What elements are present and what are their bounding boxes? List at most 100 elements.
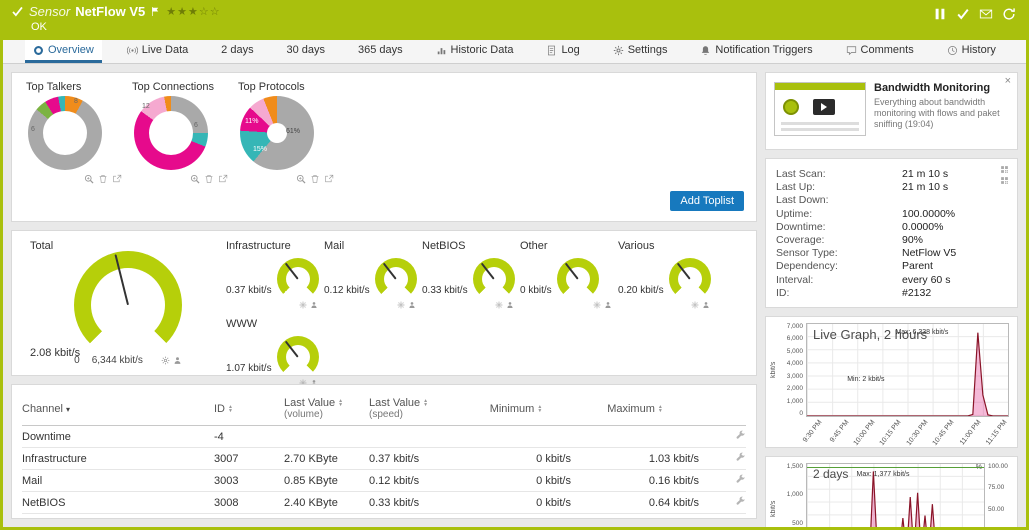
tab-log[interactable]: Log: [538, 40, 587, 63]
table-row-infrastructure[interactable]: Infrastructure 3007 2.70 KByte 0.37 kbit…: [22, 448, 746, 470]
col-maximum[interactable]: Maximum▲▼: [571, 403, 699, 415]
toplist-top-connections: Top Connections 12 6: [132, 81, 228, 213]
user-icon[interactable]: [604, 301, 612, 309]
tab-30-days[interactable]: 30 days: [279, 40, 334, 63]
col-minimum[interactable]: Minimum▲▼: [461, 403, 571, 415]
top-talkers-donut-chart[interactable]: 6 8: [28, 96, 102, 170]
tab-history[interactable]: History: [939, 40, 1004, 63]
col-last-value-volume[interactable]: Last Value▲▼(volume): [284, 397, 369, 421]
donut-label: 6: [31, 126, 35, 133]
tab-historic-data[interactable]: Historic Data: [428, 40, 522, 63]
total-gauge[interactable]: [74, 251, 182, 359]
channel-gauge[interactable]: [473, 258, 515, 300]
table-row-mail[interactable]: Mail 3003 0.85 KByte 0.12 kbit/s 0 kbit/…: [22, 470, 746, 492]
total-gauge-label: Total: [30, 240, 53, 252]
table-row-other[interactable]: Other 3005 0 KByte 0 kbit/s 0 kbit/s 0 k…: [22, 514, 746, 519]
two-days-graph-plot[interactable]: 2 days Max: 1,377 kbit/s %: [806, 463, 985, 527]
priority-stars[interactable]: ★★★☆☆: [166, 5, 220, 18]
delete-icon[interactable]: [98, 174, 108, 184]
channel-gauge[interactable]: [277, 258, 319, 300]
delete-icon[interactable]: [310, 174, 320, 184]
wrench-icon[interactable]: [735, 474, 746, 485]
close-icon[interactable]: ×: [1005, 75, 1011, 87]
gear-icon[interactable]: [397, 301, 405, 309]
donut-label: 61%: [286, 128, 300, 135]
wrench-icon[interactable]: [735, 518, 746, 520]
channel-gauge[interactable]: [557, 258, 599, 300]
gauge-other: Other 0 kbit/s: [520, 231, 618, 309]
top-protocols-donut-chart[interactable]: 61% 15% 11%: [240, 96, 314, 170]
refresh-icon[interactable]: [1002, 7, 1016, 21]
gear-icon[interactable]: [691, 301, 699, 309]
qr-code-icon[interactable]: [1000, 176, 1009, 185]
toplists-panel: Top Talkers 6 8 Top Connections 12: [11, 72, 757, 222]
open-toplist-icon[interactable]: [218, 174, 228, 184]
two-days-graph-panel[interactable]: kbit/s 1,5001,000 5000 2 days Max: 1,377…: [765, 456, 1018, 527]
pause-icon[interactable]: [933, 7, 947, 21]
channel-gauge[interactable]: [669, 258, 711, 300]
paessler-logo: [783, 99, 799, 115]
min-annotation: Min: 2 kbit/s: [847, 376, 884, 383]
live-graph-plot[interactable]: Live Graph, 2 hours Max: 6,338 kbit/s Mi…: [806, 323, 1009, 417]
detail-row: ID:#2132: [776, 287, 1007, 300]
wrench-icon[interactable]: [735, 430, 746, 441]
tab-2-days[interactable]: 2 days: [213, 40, 261, 63]
video-info: Bandwidth Monitoring Everything about ba…: [874, 82, 1009, 140]
user-icon[interactable]: [173, 356, 182, 365]
tab-settings[interactable]: Settings: [605, 40, 676, 63]
y-axis-label: kbit/s: [770, 323, 780, 417]
toplist-top-protocols: Top Protocols 61% 15% 11%: [238, 81, 334, 213]
detail-row: Last Up:21 m 10 s: [776, 181, 1007, 194]
zoom-icon[interactable]: [296, 174, 306, 184]
sensor-title[interactable]: NetFlow V5: [75, 4, 145, 19]
col-id[interactable]: ID▲▼: [214, 403, 284, 415]
channel-gauge[interactable]: [375, 258, 417, 300]
video-title[interactable]: Bandwidth Monitoring: [874, 82, 1009, 94]
play-button[interactable]: [813, 99, 835, 115]
add-toplist-button[interactable]: Add Toplist: [670, 191, 744, 211]
wrench-icon[interactable]: [735, 496, 746, 507]
tab-overview[interactable]: Overview: [25, 40, 102, 63]
col-last-value-speed[interactable]: Last Value▲▼(speed): [369, 397, 461, 421]
gauge-netbios: NetBIOS 0.33 kbit/s: [422, 231, 520, 309]
gauge-various: Various 0.20 kbit/s: [618, 231, 716, 309]
live-graph-panel[interactable]: kbit/s 7,0006,000 5,0004,000 3,0002,000 …: [765, 316, 1018, 448]
table-row-netbios[interactable]: NetBIOS 3008 2.40 KByte 0.33 kbit/s 0 kb…: [22, 492, 746, 514]
email-icon[interactable]: [979, 7, 993, 21]
open-toplist-icon[interactable]: [324, 174, 334, 184]
tab-365-days[interactable]: 365 days: [350, 40, 411, 63]
user-icon[interactable]: [310, 301, 318, 309]
gear-icon[interactable]: [593, 301, 601, 309]
tab-notification-triggers[interactable]: Notification Triggers: [692, 40, 820, 63]
channel-gauges: Infrastructure 0.37 kbit/s Mail 0.12 kbi…: [226, 231, 750, 387]
open-toplist-icon[interactable]: [112, 174, 122, 184]
gear-icon[interactable]: [299, 301, 307, 309]
gauge-max: 6,344 kbit/s: [92, 355, 143, 366]
video-thumbnail[interactable]: [774, 82, 866, 136]
zoom-icon[interactable]: [190, 174, 200, 184]
user-icon[interactable]: [702, 301, 710, 309]
acknowledge-icon[interactable]: [956, 7, 970, 21]
top-connections-donut-chart[interactable]: 12 6: [134, 96, 208, 170]
user-icon[interactable]: [408, 301, 416, 309]
zoom-icon[interactable]: [84, 174, 94, 184]
delete-icon[interactable]: [204, 174, 214, 184]
x-axis-ticks: 9:30 PM 9:45 PM 10:00 PM 10:15 PM 10:30 …: [806, 417, 1009, 443]
table-row-downtime[interactable]: Downtime -4: [22, 426, 746, 448]
flag-icon[interactable]: [150, 6, 161, 17]
right-axis-ticks: 100.0075.00 50.0025.00 0.00: [985, 463, 1009, 527]
user-icon[interactable]: [506, 301, 514, 309]
qr-code-icon[interactable]: [1000, 165, 1009, 174]
y-axis-label: kbit/s: [770, 463, 780, 527]
comment-icon: [846, 45, 857, 56]
gear-icon[interactable]: [495, 301, 503, 309]
tab-live-data[interactable]: Live Data: [119, 40, 196, 63]
channel-gauge[interactable]: [277, 336, 319, 378]
wrench-icon[interactable]: [735, 452, 746, 463]
sensor-header: Sensor NetFlow V5 ★★★☆☆ OK: [3, 0, 1026, 40]
col-channel[interactable]: Channel▾: [22, 403, 214, 416]
donut-label: 12: [142, 103, 150, 110]
sensor-identity: Sensor NetFlow V5 ★★★☆☆ OK: [11, 4, 221, 38]
tab-comments[interactable]: Comments: [838, 40, 922, 63]
gear-icon[interactable]: [161, 356, 170, 365]
